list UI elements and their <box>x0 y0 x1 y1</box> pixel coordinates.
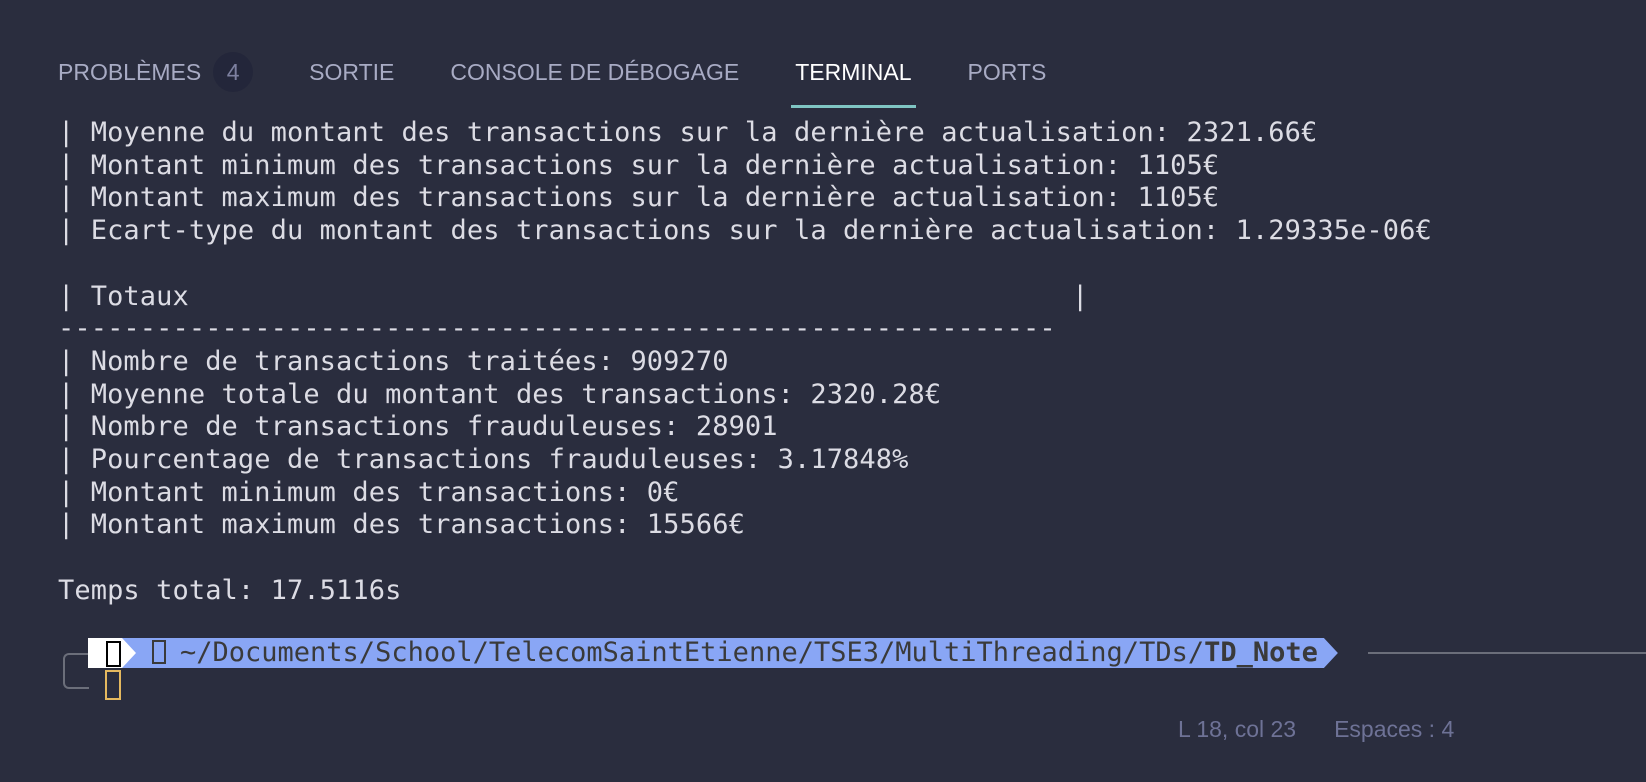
tab-terminal[interactable]: TERMINAL <box>791 52 916 108</box>
terminal-line: | Moyenne totale du montant des transact… <box>58 378 942 410</box>
terminal-line: | Montant minimum des transactions: 0€ <box>58 476 680 508</box>
prompt-current-dir: TD_Note <box>1204 637 1318 668</box>
tab-problems[interactable]: PROBLÈMES 4 <box>58 52 254 92</box>
terminal-line: | Montant maximum des transactions sur l… <box>58 182 1220 214</box>
terminal-line: | Nombre de transactions frauduleuses: 2… <box>58 411 778 443</box>
terminal-line: ----------------------------------------… <box>58 313 1056 345</box>
status-bar: L 18, col 23 Espaces : 4 <box>1178 716 1454 743</box>
terminal-line: | Montant minimum des transactions sur l… <box>58 149 1220 181</box>
terminal-line: | Nombre de transactions traitées: 90927… <box>58 345 729 377</box>
tab-debug-console[interactable]: CONSOLE DE DÉBOGAGE <box>450 52 739 92</box>
tab-output[interactable]: SORTIE <box>309 52 394 92</box>
terminal-output[interactable]: | Moyenne du montant des transactions su… <box>58 117 1432 608</box>
panel-tabs: PROBLÈMES 4 SORTIE CONSOLE DE DÉBOGAGE TE… <box>58 52 1102 108</box>
terminal-line: | Ecart-type du montant des transactions… <box>58 215 1432 247</box>
prompt-frame-corner <box>63 653 89 689</box>
terminal-line: | Montant maximum des transactions: 1556… <box>58 509 745 541</box>
indentation-setting[interactable]: Espaces : 4 <box>1334 716 1454 743</box>
terminal-line: | Pourcentage de transactions frauduleus… <box>58 444 909 476</box>
terminal-line: Temps total: 17.5116s <box>58 574 402 606</box>
prompt-path-segment: ~/Documents/School/TelecomSaintEtienne/T… <box>122 638 1338 668</box>
shell-prompt: ~/Documents/School/TelecomSaintEtienne/T… <box>88 638 1338 668</box>
prompt-path: ~/Documents/School/TelecomSaintEtienne/T… <box>180 637 1205 668</box>
prompt-separator-line <box>1368 652 1646 654</box>
terminal-cursor <box>105 670 121 700</box>
terminal-line: | Totaux | <box>58 280 1089 312</box>
terminal-line: ​ <box>58 542 1432 575</box>
terminal-line: | Moyenne du montant des transactions su… <box>58 117 1318 148</box>
terminal-line: ​ <box>58 248 1432 281</box>
tab-ports[interactable]: PORTS <box>968 52 1047 92</box>
cursor-position[interactable]: L 18, col 23 <box>1178 716 1296 743</box>
tab-label: PROBLÈMES <box>58 59 202 85</box>
problems-count-badge: 4 <box>213 52 254 92</box>
folder-icon <box>152 640 166 664</box>
